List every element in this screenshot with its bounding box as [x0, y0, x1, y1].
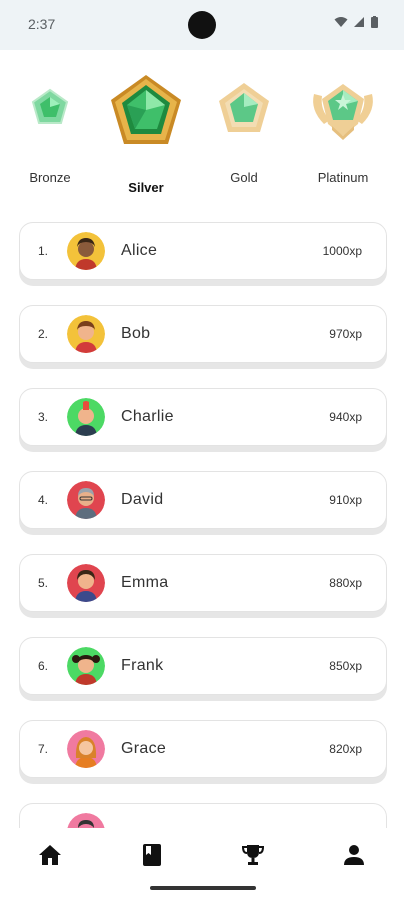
leaderboard-row[interactable]: 5. Emma 880xp — [19, 554, 387, 612]
player-name: Emma — [121, 574, 169, 591]
avatar — [67, 315, 105, 353]
player-name: Bob — [121, 325, 151, 342]
person-icon — [344, 845, 364, 865]
league-label: Bronze — [29, 170, 71, 185]
player-name: David — [121, 491, 164, 508]
rank-number: 6. — [38, 659, 49, 673]
avatar — [67, 564, 105, 602]
wifi-icon — [334, 17, 348, 27]
avatar-icon — [67, 315, 105, 353]
leaderboard-row[interactable]: 1. Alice 1000xp — [19, 222, 387, 280]
player-xp: 940xp — [329, 410, 362, 424]
nav-home[interactable] — [35, 840, 65, 870]
gesture-home-bar[interactable] — [150, 886, 256, 890]
player-xp: 880xp — [329, 576, 362, 590]
avatar — [67, 398, 105, 436]
nav-profile[interactable] — [339, 840, 369, 870]
avatar-icon — [67, 232, 105, 270]
player-xp: 970xp — [329, 327, 362, 341]
avatar — [67, 647, 105, 685]
rank-number: 2. — [38, 327, 49, 341]
league-label: Silver — [128, 180, 164, 195]
avatar-icon — [67, 730, 105, 768]
rank-number: 1. — [38, 244, 49, 258]
rank-number: 3. — [38, 410, 49, 424]
avatar — [67, 481, 105, 519]
platinum-gem-icon — [313, 84, 373, 140]
league-label: Gold — [230, 170, 258, 185]
avatar — [67, 232, 105, 270]
bottom-navigation — [0, 828, 404, 900]
avatar-icon — [67, 398, 105, 436]
avatar-icon — [67, 647, 105, 685]
camera-cutout — [188, 11, 216, 39]
nav-trophy[interactable] — [238, 840, 268, 870]
book-icon — [143, 844, 161, 866]
rank-number: 4. — [38, 493, 49, 507]
league-selector: Bronze Silver Gold Platinum — [0, 62, 404, 202]
avatar — [67, 730, 105, 768]
player-xp: 1000xp — [322, 244, 362, 258]
player-name: Frank — [121, 657, 164, 674]
league-label: Platinum — [317, 170, 369, 185]
silver-gem-icon — [111, 75, 181, 144]
rank-number: 7. — [38, 742, 49, 756]
leaderboard-row[interactable]: 7. Grace 820xp — [19, 720, 387, 778]
home-icon — [39, 845, 61, 865]
signal-icon — [354, 17, 364, 27]
avatar-icon — [67, 481, 105, 519]
trophy-icon — [241, 845, 265, 865]
leaderboard-row[interactable]: 2. Bob 970xp — [19, 305, 387, 363]
leaderboard-row[interactable]: 3. Charlie 940xp — [19, 388, 387, 446]
bronze-gem-icon — [31, 88, 69, 124]
status-icons — [334, 16, 378, 28]
player-xp: 910xp — [329, 493, 362, 507]
leaderboard-list[interactable]: 1. Alice 1000xp 2. Bob 970xp 3. Charlie … — [0, 222, 404, 830]
gold-gem-icon — [219, 83, 269, 132]
avatar-icon — [67, 564, 105, 602]
leaderboard-row[interactable]: 4. David 910xp — [19, 471, 387, 529]
leaderboard-row[interactable] — [19, 803, 387, 830]
player-xp: 850xp — [329, 659, 362, 673]
nav-book[interactable] — [137, 840, 167, 870]
player-name: Alice — [121, 242, 158, 259]
player-name: Charlie — [121, 408, 174, 425]
status-time: 2:37 — [28, 16, 56, 32]
rank-number: 5. — [38, 576, 49, 590]
battery-icon — [371, 16, 378, 28]
status-bar: 2:37 — [0, 0, 404, 50]
player-xp: 820xp — [329, 742, 362, 756]
player-name: Grace — [121, 740, 167, 757]
leaderboard-row[interactable]: 6. Frank 850xp — [19, 637, 387, 695]
